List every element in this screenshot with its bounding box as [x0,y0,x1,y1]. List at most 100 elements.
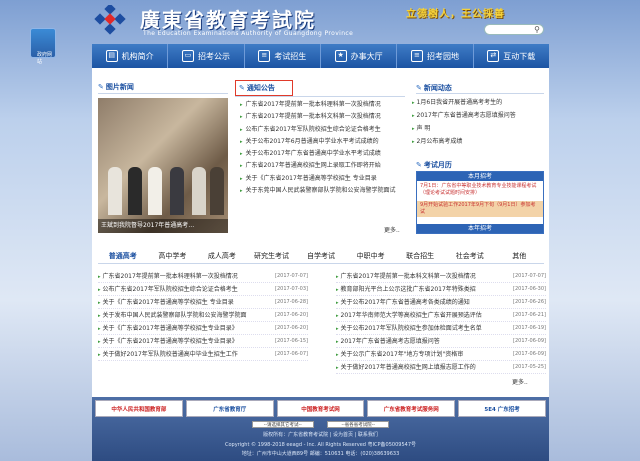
row-date: [2017-06-09] [513,338,546,344]
row-title[interactable]: 关于《广东省2017年普通高等学校招生专业目录》 [98,322,238,334]
list-item[interactable]: 广东省2017年提前第一批本科文科第一次投档情况 [240,111,407,123]
list-item[interactable]: 关于公布2017年广东省普通高中学业水平考试成绩 [240,148,407,160]
partner-link[interactable]: 广东省教育考试服务网 [367,400,456,417]
other-exam-select[interactable]: --请选择其它考试-- [251,421,314,428]
row-title[interactable]: 关于公布2017年军队院校招生参加体检面试考生名单 [336,322,482,334]
partner-link[interactable]: 广东省教育厅 [185,400,274,417]
tab[interactable]: 研究生考试 [247,251,297,261]
list-item[interactable]: 声 明 [412,122,547,135]
row-date: [2017-06-20] [275,312,308,318]
tab[interactable]: 普通高考 [98,251,148,261]
nav-label: 互动下载 [503,51,536,61]
search-input[interactable]: ⚲ [484,24,544,35]
slogan: 立德樹人，王公採善 [406,9,505,20]
row-date: [2017-06-28] [275,299,308,305]
list-item[interactable]: 2月公布高考成绩 [412,135,547,148]
search-icon[interactable]: ⚲ [534,26,540,34]
nav-label: 办事大厅 [350,51,383,61]
calendar-header[interactable]: 本月招考 [417,172,543,181]
tab[interactable]: 中职中考 [346,251,396,261]
row-title[interactable]: 关于发布中国人民武装警察部队学院和公安海警学院面 [98,309,247,321]
footer-selects: --请选择其它考试-- --省各省考试院-- [92,421,549,428]
photo-news-title[interactable]: ✎ 图片新闻 [98,82,134,92]
row-title[interactable]: 关于做好2017年军队院校普通高中毕业生招生工作 [98,348,238,360]
row-title[interactable]: 广东省2017年提前第一批本科文科第一次投档情况 [336,270,476,282]
gov-site-badge[interactable]: 政府网站 [30,28,56,65]
table-row[interactable]: 关于《广东省2017年普通高等学校招生 专业目录 [2017-06-28] [98,296,308,309]
list-item[interactable]: 2017年广东省普通高考志愿填报问答 [412,109,547,122]
calendar-footer[interactable]: 本年招考 [417,224,543,233]
row-title[interactable]: 关于做好2017年普通高校招生网上填报志愿工作的 [336,361,476,373]
table-row[interactable]: 广东省2017年提前第一批本科理科第一次投档情况 [2017-07-07] [98,270,308,283]
row-title[interactable]: 关于《广东省2017年普通高等学校招生 专业目录 [98,296,234,308]
list-item[interactable]: 关于公布2017年6月普通高中学业水平考试成绩的 [240,136,407,148]
row-title[interactable]: 公布广东省2017年军队院校招生综合论证合格考生 [98,283,238,295]
calendar-entry[interactable]: 7月1日：广东省中等职业技术教育专业技能课程考试（理论考试试题时间安排） [417,181,543,199]
table-row[interactable]: 关于《广东省2017年普通高等学校招生专业目录》 [2017-06-20] [98,322,308,335]
main-content: ✎图片新闻 王斌到我院督导2017年普通高考… ✎通知公告 广东省2017年提前… [92,68,549,397]
partner-link[interactable]: 中华人民共和国教育部 [95,400,183,417]
tab[interactable]: 其他 [495,251,545,261]
calendar-entry[interactable]: 9月开始试验工作2017年9月下旬（9月1日）参加考试 [417,201,543,217]
nav-item[interactable]: ▤ 机构简介 [92,44,169,68]
list-item[interactable]: 关于《广东省2017年普通高等学校招生 专业目录 [240,173,407,185]
exam-calendar-title[interactable]: ✎ 考试月历 [416,160,452,170]
table-row[interactable]: 公布广东省2017年军队院校招生综合论证合格考生 [2017-07-03] [98,283,308,296]
table-row[interactable]: 关于公布2017年广东省普通高考各类成绩的通知 [2017-06-26] [336,296,546,309]
table-row[interactable]: 广东省2017年提前第一批本科文科第一次投档情况 [2017-07-07] [336,270,546,283]
table-row[interactable]: 关于公布2017年军队院校招生参加体检面试考生名单 [2017-06-19] [336,322,546,335]
nav-label: 机构简介 [121,51,154,61]
partner-link[interactable]: 中国教育考试网 [276,400,365,417]
list-item[interactable]: 广东省2017年普通高校招生网上录取工作即将开始 [240,160,407,172]
list-more-link[interactable]: 更多.. [512,377,528,386]
table-row[interactable]: 关于公示广东省2017年"地方专项计划"资格审 [2017-06-09] [336,348,546,361]
tab[interactable]: 高中学考 [148,251,198,261]
row-title[interactable]: 2017年广东省普通高考志愿填报问答 [336,335,440,347]
row-title[interactable]: 教育部阳光平台上公示这批广东省2017年特殊类招 [336,283,476,295]
news-photo[interactable]: 王斌到我院督导2017年普通高考… [98,98,228,233]
nav-item[interactable]: ⇄ 互动下载 [474,44,549,68]
nav-item[interactable]: ≡ 招考园地 [397,44,474,68]
tab[interactable]: 联合招生 [395,251,445,261]
list-item[interactable]: 广东省2017年提前第一批本科理科第一次投档情况 [240,99,407,111]
row-title[interactable]: 关于公示广东省2017年"地方专项计划"资格审 [336,348,464,360]
row-date: [2017-06-15] [275,338,308,344]
table-row[interactable]: 关于做好2017年普通高校招生网上填报志愿工作的 [2017-05-25] [336,361,546,374]
tab[interactable]: 社会考试 [445,251,495,261]
exam-calendar: 本月招考 7月1日：广东省中等职业技术教育专业技能课程考试（理论考试试题时间安排… [416,171,544,234]
nav-item[interactable]: ≡ 考试招生 [245,44,321,68]
site-header: 廣東省教育考試院 The Education Examinations Auth… [0,0,640,44]
tab[interactable]: 自学考试 [296,251,346,261]
exam-news-list-left: 广东省2017年提前第一批本科理科第一次投档情况 [2017-07-07] 公布广东… [98,270,308,361]
row-title[interactable]: 关于公布2017年广东省普通高考各类成绩的通知 [336,296,470,308]
notices-title[interactable]: ✎ 通知公告 [239,83,275,93]
row-title[interactable]: 关于《广东省2017年普通高等学校招生专业目录》 [98,335,238,347]
row-date: [2017-06-30] [513,286,546,292]
nav-item[interactable]: ▭ 招考公示 [168,44,245,68]
nav-label: 招考公示 [197,51,230,61]
partner-link[interactable]: 5E4 广东招考 [458,400,546,417]
table-row[interactable]: 关于做好2017年军队院校普通高中毕业生招生工作 [2017-06-07] [98,348,308,361]
table-row[interactable]: 2017年华南师范大学等高校招生广东省开展预选评估 [2017-06-21] [336,309,546,322]
list-item[interactable]: 1月6日我省开展普通高考考生的 [412,96,547,109]
list-item[interactable]: 关于东莞中国人民武装警察部队学院和公安海警学院面试 [240,185,407,197]
site-title: 廣東省教育考試院 [140,8,316,32]
row-date: [2017-06-26] [513,299,546,305]
notices-more-link[interactable]: 更多.. [384,225,400,234]
table-row[interactable]: 教育部阳光平台上公示这批广东省2017年特殊类招 [2017-06-30] [336,283,546,296]
list-item[interactable]: 公布广东省2017年军队院校招生综合论证合格考生 [240,124,407,136]
row-date: [2017-07-03] [275,286,308,292]
table-row[interactable]: 2017年广东省普通高考志愿填报问答 [2017-06-09] [336,335,546,348]
document-icon: ≡ [410,50,423,62]
table-row[interactable]: 关于发布中国人民武装警察部队学院和公安海警学院面 [2017-06-20] [98,309,308,322]
nav-item[interactable]: ★ 办事大厅 [321,44,398,68]
tab[interactable]: 成人高考 [197,251,247,261]
pen-icon: ✎ [98,83,104,91]
news-dynamic-title[interactable]: ✎ 新闻动态 [416,83,452,93]
table-row[interactable]: 关于《广东省2017年普通高等学校招生专业目录》 [2017-06-15] [98,335,308,348]
document-icon: ≡ [258,50,271,62]
notice-list: 广东省2017年提前第一批本科理科第一次投档情况广东省2017年提前第一批本科文… [240,99,407,197]
province-select[interactable]: --省各省考试院-- [327,421,390,428]
row-title[interactable]: 2017年华南师范大学等高校招生广东省开展预选评估 [336,309,482,321]
row-title[interactable]: 广东省2017年提前第一批本科理科第一次投档情况 [98,270,238,282]
